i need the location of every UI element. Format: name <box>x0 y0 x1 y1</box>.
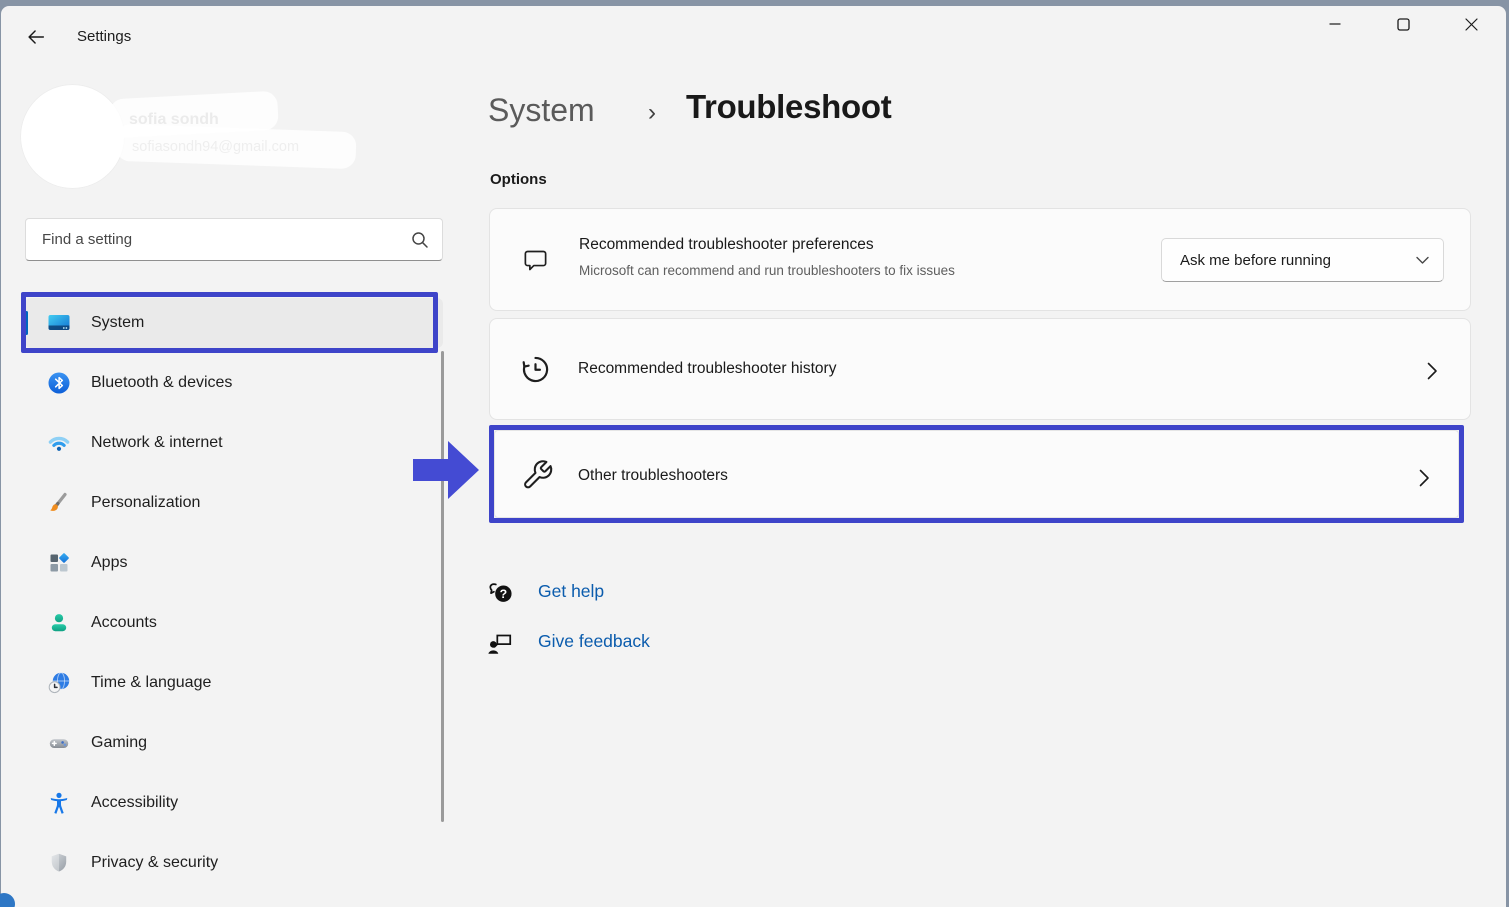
sidebar-item-label: Personalization <box>91 494 200 512</box>
system-icon <box>47 311 71 335</box>
history-card-title: Recommended troubleshooter history <box>578 360 836 378</box>
sidebar-item-label: Accessibility <box>91 794 178 812</box>
apps-icon <box>47 551 71 575</box>
sidebar-item-label: Apps <box>91 554 127 572</box>
accounts-person-icon <box>47 611 71 635</box>
sidebar-item-gaming[interactable]: Gaming <box>25 718 443 768</box>
sidebar-item-system[interactable]: System <box>25 298 443 348</box>
give-feedback-link[interactable]: Give feedback <box>538 631 650 652</box>
annotation-arrow-icon <box>411 437 481 503</box>
other-card-title: Other troubleshooters <box>578 467 728 485</box>
sidebar-scrollbar[interactable] <box>441 351 444 822</box>
sidebar-item-label: Accounts <box>91 614 157 632</box>
sidebar-item-privacy-security[interactable]: Privacy & security <box>25 838 443 888</box>
maximize-button[interactable] <box>1380 6 1426 42</box>
preferences-card-subtitle: Microsoft can recommend and run troubles… <box>579 263 955 278</box>
history-card[interactable]: Recommended troubleshooter history <box>489 318 1471 420</box>
breadcrumb-separator-icon: › <box>648 99 656 127</box>
sidebar-item-label: Gaming <box>91 734 147 752</box>
sidebar-item-time-language[interactable]: Time & language <box>25 658 443 708</box>
wrench-icon <box>521 457 554 493</box>
history-clock-icon <box>519 352 552 387</box>
sidebar-item-accessibility[interactable]: Accessibility <box>25 778 443 828</box>
bluetooth-icon <box>47 371 71 395</box>
comment-bubble-icon <box>522 246 549 275</box>
wifi-icon <box>47 431 71 455</box>
chevron-right-icon <box>1419 469 1430 487</box>
search-box <box>25 218 443 261</box>
preferences-card: Recommended troubleshooter preferences M… <box>489 208 1471 311</box>
sidebar-item-label: System <box>91 314 144 332</box>
accessibility-person-icon <box>47 791 71 815</box>
troubleshooter-preference-dropdown[interactable]: Ask me before running <box>1161 238 1444 282</box>
sidebar-item-accounts[interactable]: Accounts <box>25 598 443 648</box>
chevron-down-icon <box>1416 256 1429 265</box>
sidebar-item-bluetooth-devices[interactable]: Bluetooth & devices <box>25 358 443 408</box>
sidebar-item-apps[interactable]: Apps <box>25 538 443 588</box>
minimize-button[interactable] <box>1312 6 1358 42</box>
close-button[interactable] <box>1448 6 1494 42</box>
sidebar-item-network-internet[interactable]: Network & internet <box>25 418 443 468</box>
dropdown-selected-value: Ask me before running <box>1180 252 1331 269</box>
window-title: Settings <box>77 28 131 45</box>
preferences-card-title: Recommended troubleshooter preferences <box>579 236 874 254</box>
close-icon <box>1465 18 1478 31</box>
sidebar-item-label: Privacy & security <box>91 854 218 872</box>
sidebar-item-label: Time & language <box>91 674 211 692</box>
options-heading: Options <box>490 171 547 188</box>
shield-icon <box>47 851 71 875</box>
page-title: Troubleshoot <box>686 88 891 126</box>
annotation-highlight-box: Other troubleshooters <box>489 425 1464 523</box>
selected-indicator <box>25 311 28 335</box>
paintbrush-icon <box>47 491 71 515</box>
back-arrow-icon <box>25 26 47 48</box>
chevron-right-icon <box>1427 362 1438 380</box>
get-help-link[interactable]: Get help <box>538 581 604 602</box>
breadcrumb-parent[interactable]: System <box>488 92 595 129</box>
maximize-icon <box>1397 18 1410 31</box>
desktop-backdrop: Settings sofia sondh sofiasondh94@gmail.… <box>0 0 1509 907</box>
gamepad-icon <box>47 731 71 755</box>
sidebar-item-label: Bluetooth & devices <box>91 374 232 392</box>
svg-text:?: ? <box>500 587 508 601</box>
back-button[interactable] <box>20 22 52 52</box>
get-help-icon: ? <box>487 579 515 608</box>
sidebar-item-label: Network & internet <box>91 434 223 452</box>
sidebar-item-personalization[interactable]: Personalization <box>25 478 443 528</box>
time-language-icon <box>47 671 71 695</box>
give-feedback-icon <box>486 628 514 657</box>
avatar[interactable] <box>20 84 125 189</box>
minimize-icon <box>1329 18 1341 30</box>
search-icon[interactable] <box>411 231 429 254</box>
search-input[interactable] <box>26 219 442 260</box>
other-troubleshooters-card[interactable]: Other troubleshooters <box>494 430 1459 518</box>
